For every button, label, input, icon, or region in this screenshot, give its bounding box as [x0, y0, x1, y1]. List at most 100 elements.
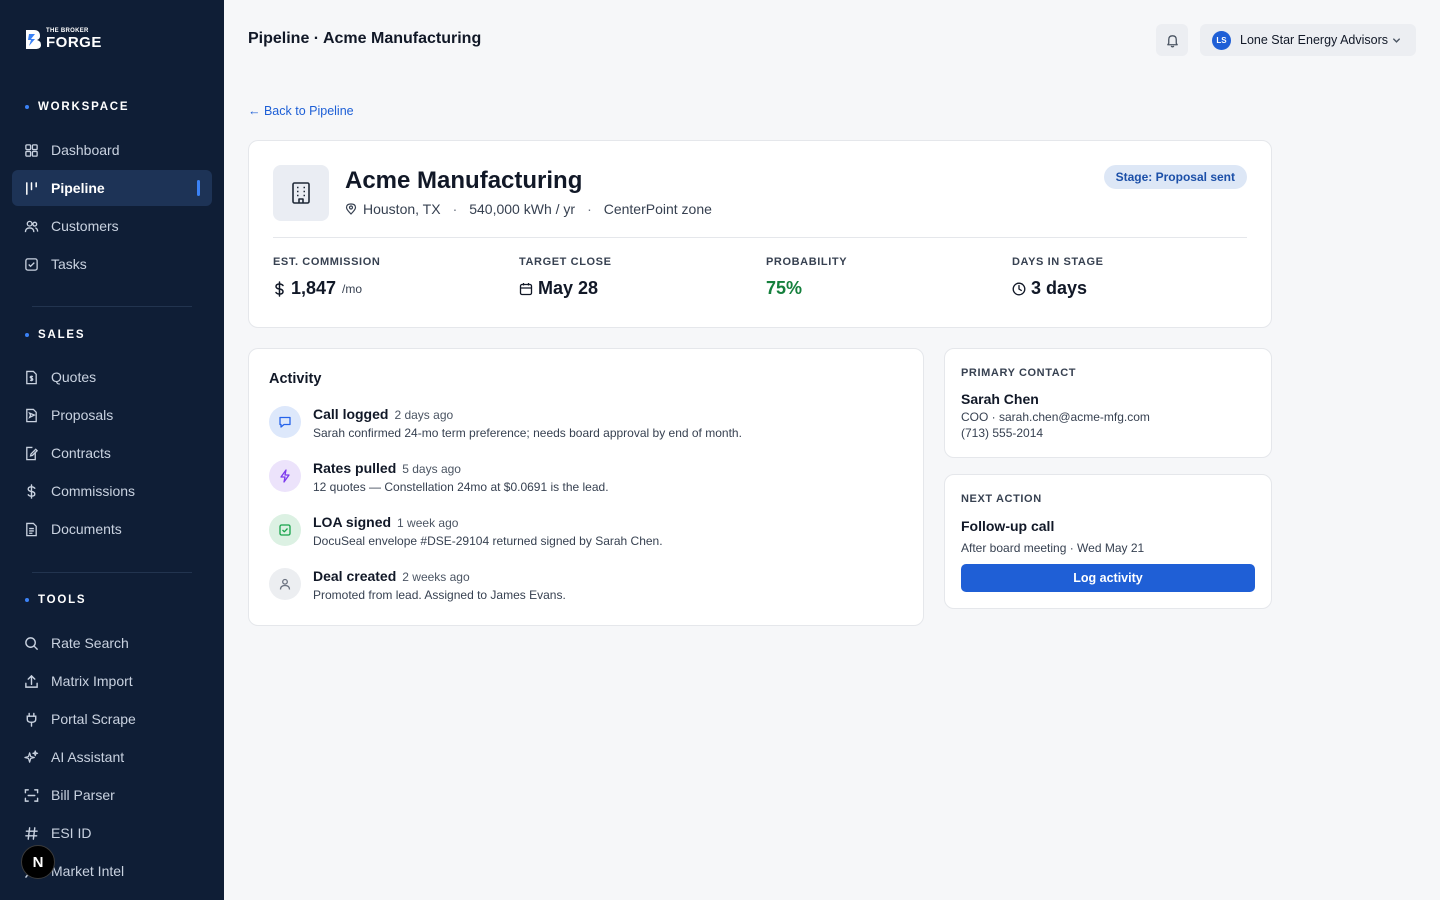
brand-name: FORGE — [46, 34, 102, 51]
stat-probability: PROBABILITY 75% — [766, 256, 847, 299]
sidebar-item-proposals[interactable]: Proposals — [12, 397, 212, 433]
sidebar-item-quotes[interactable]: Quotes — [12, 359, 212, 395]
sidebar-item-label: Market Intel — [51, 863, 125, 879]
company-zone: CenterPoint zone — [603, 201, 712, 217]
check-square-icon — [269, 514, 301, 546]
contact-phone[interactable]: (713) 555-2014 — [961, 426, 1043, 440]
calendar-icon — [519, 282, 533, 295]
stage-badge[interactable]: Stage: Proposal sent — [1103, 165, 1247, 189]
probability-value: 75% — [766, 278, 803, 298]
sidebar-item-customers[interactable]: Customers — [12, 208, 212, 244]
floating-n-badge[interactable]: N — [21, 845, 55, 879]
back-to-pipeline-link[interactable]: ← Back to Pipeline — [248, 104, 354, 118]
next-action-card: NEXT ACTION Follow-up call After board m… — [944, 474, 1272, 609]
activity-item-desc: Sarah confirmed 24-mo term preference; n… — [313, 426, 742, 440]
sidebar-item-dashboard[interactable]: Dashboard — [12, 132, 212, 168]
sidebar-item-documents[interactable]: Documents — [12, 511, 212, 547]
company-meta: Houston, TX · 540,000 kWh / yr · CenterP… — [345, 201, 712, 217]
sidebar-item-label: Contracts — [51, 445, 111, 461]
sidebar-item-rate-search[interactable]: Rate Search — [12, 625, 212, 661]
activity-item-time: 5 days ago — [402, 462, 461, 476]
stat-value: 3 days — [1012, 278, 1104, 299]
sidebar-item-commissions[interactable]: Commissions — [12, 473, 212, 509]
contact-name[interactable]: Sarah Chen — [961, 391, 1039, 407]
next-action-title: Follow-up call — [961, 518, 1055, 534]
active-indicator — [197, 180, 200, 196]
stat-label: EST. COMMISSION — [273, 256, 381, 268]
document-icon — [24, 522, 39, 537]
section-dot — [25, 598, 29, 602]
activity-item-desc: DocuSeal envelope #DSE-29104 returned si… — [313, 534, 663, 548]
activity-item[interactable]: Rates pulled 5 days ago 12 quotes — Const… — [269, 460, 909, 500]
upload-icon — [24, 674, 39, 689]
section-heading-tools: TOOLS — [25, 594, 86, 606]
company-usage: 540,000 kWh / yr — [469, 201, 576, 217]
dollar-icon — [275, 280, 284, 297]
sidebar-divider — [32, 572, 192, 573]
notifications-button[interactable] — [1156, 24, 1188, 56]
sidebar-item-portal-scrape[interactable]: Portal Scrape — [12, 701, 212, 737]
activity-item-title: LOA signed — [313, 514, 392, 530]
activity-item[interactable]: LOA signed 1 week ago DocuSeal envelope #… — [269, 514, 909, 554]
activity-title: Activity — [269, 371, 322, 387]
primary-contact-label: PRIMARY CONTACT — [961, 367, 1077, 379]
activity-item[interactable]: Call logged 2 days ago Sarah confirmed 24… — [269, 406, 909, 446]
sparkles-icon — [24, 749, 39, 765]
activity-title-line: Deal created 2 weeks ago — [313, 568, 470, 584]
clock-icon — [1012, 282, 1026, 295]
sidebar-item-matrix-import[interactable]: Matrix Import — [12, 663, 212, 699]
section-label: WORKSPACE — [38, 101, 130, 113]
sidebar-item-label: Dashboard — [51, 142, 120, 158]
bolt-icon — [269, 460, 301, 492]
sidebar-item-bill-parser[interactable]: Bill Parser — [12, 777, 212, 813]
brand-logo[interactable]: THE BROKER FORGE — [24, 28, 102, 50]
sidebar-item-label: Commissions — [51, 483, 136, 499]
sidebar-item-contracts[interactable]: Contracts — [12, 435, 212, 471]
contact-role-email[interactable]: COO · sarah.chen@acme-mfg.com — [961, 410, 1150, 424]
stat-commission: EST. COMMISSION 1,847/mo — [273, 256, 380, 299]
activity-item-title: Call logged — [313, 406, 389, 422]
dashboard-icon — [24, 143, 39, 158]
document-dollar-icon — [24, 370, 39, 385]
page-title: Pipeline · Acme Manufacturing — [248, 30, 482, 47]
avatar: LS — [1212, 30, 1231, 50]
activity-title-line: Rates pulled 5 days ago — [313, 460, 461, 476]
dollar-icon — [24, 483, 39, 499]
sidebar-item-ai-assistant[interactable]: AI Assistant — [12, 739, 212, 775]
target-close-value: May 28 — [538, 278, 599, 298]
search-icon — [24, 636, 39, 651]
log-activity-button[interactable]: Log activity — [961, 564, 1255, 592]
activity-item-title: Rates pulled — [313, 460, 397, 476]
deal-summary-card: Acme Manufacturing Houston, TX · 540,000… — [248, 140, 1272, 328]
sidebar-item-label: Quotes — [51, 369, 97, 385]
commission-value: 1,847 — [291, 278, 337, 298]
sidebar-item-label: ESI ID — [51, 825, 92, 841]
sidebar-item-tasks[interactable]: Tasks — [12, 246, 212, 282]
company-location: Houston, TX — [363, 201, 441, 217]
plug-icon — [24, 712, 39, 727]
brand-mark-icon — [26, 30, 41, 49]
sidebar-item-label: Bill Parser — [51, 787, 115, 803]
activity-item-desc: 12 quotes — Constellation 24mo at $0.069… — [313, 480, 609, 494]
next-action-label: NEXT ACTION — [961, 493, 1042, 505]
stat-value: May 28 — [519, 278, 612, 299]
meta-separator: · — [452, 201, 458, 217]
activity-item-desc: Promoted from lead. Assigned to James Ev… — [313, 588, 566, 602]
sidebar-item-pipeline[interactable]: Pipeline — [12, 170, 212, 206]
section-label: TOOLS — [38, 594, 87, 606]
stat-days-in-stage: DAYS IN STAGE 3 days — [1012, 256, 1104, 299]
stat-target-close: TARGET CLOSE May 28 — [519, 256, 612, 299]
stat-label: TARGET CLOSE — [519, 256, 612, 268]
sidebar-divider — [32, 306, 192, 307]
section-heading-workspace: WORKSPACE — [25, 101, 129, 113]
account-switcher[interactable]: LS Lone Star Energy Advisors — [1200, 24, 1416, 56]
check-square-icon — [24, 257, 39, 272]
users-icon — [24, 219, 39, 234]
stat-label: DAYS IN STAGE — [1012, 256, 1104, 268]
next-action-detail: After board meeting · Wed May 21 — [961, 541, 1145, 555]
sidebar: THE BROKER FORGE WORKSPACE Dashboard Pip… — [0, 0, 224, 900]
bell-icon — [1166, 34, 1178, 47]
account-name: Lone Star Energy Advisors — [1240, 33, 1388, 47]
map-pin-icon — [345, 203, 357, 215]
activity-item[interactable]: Deal created 2 weeks ago Promoted from le… — [269, 568, 909, 608]
